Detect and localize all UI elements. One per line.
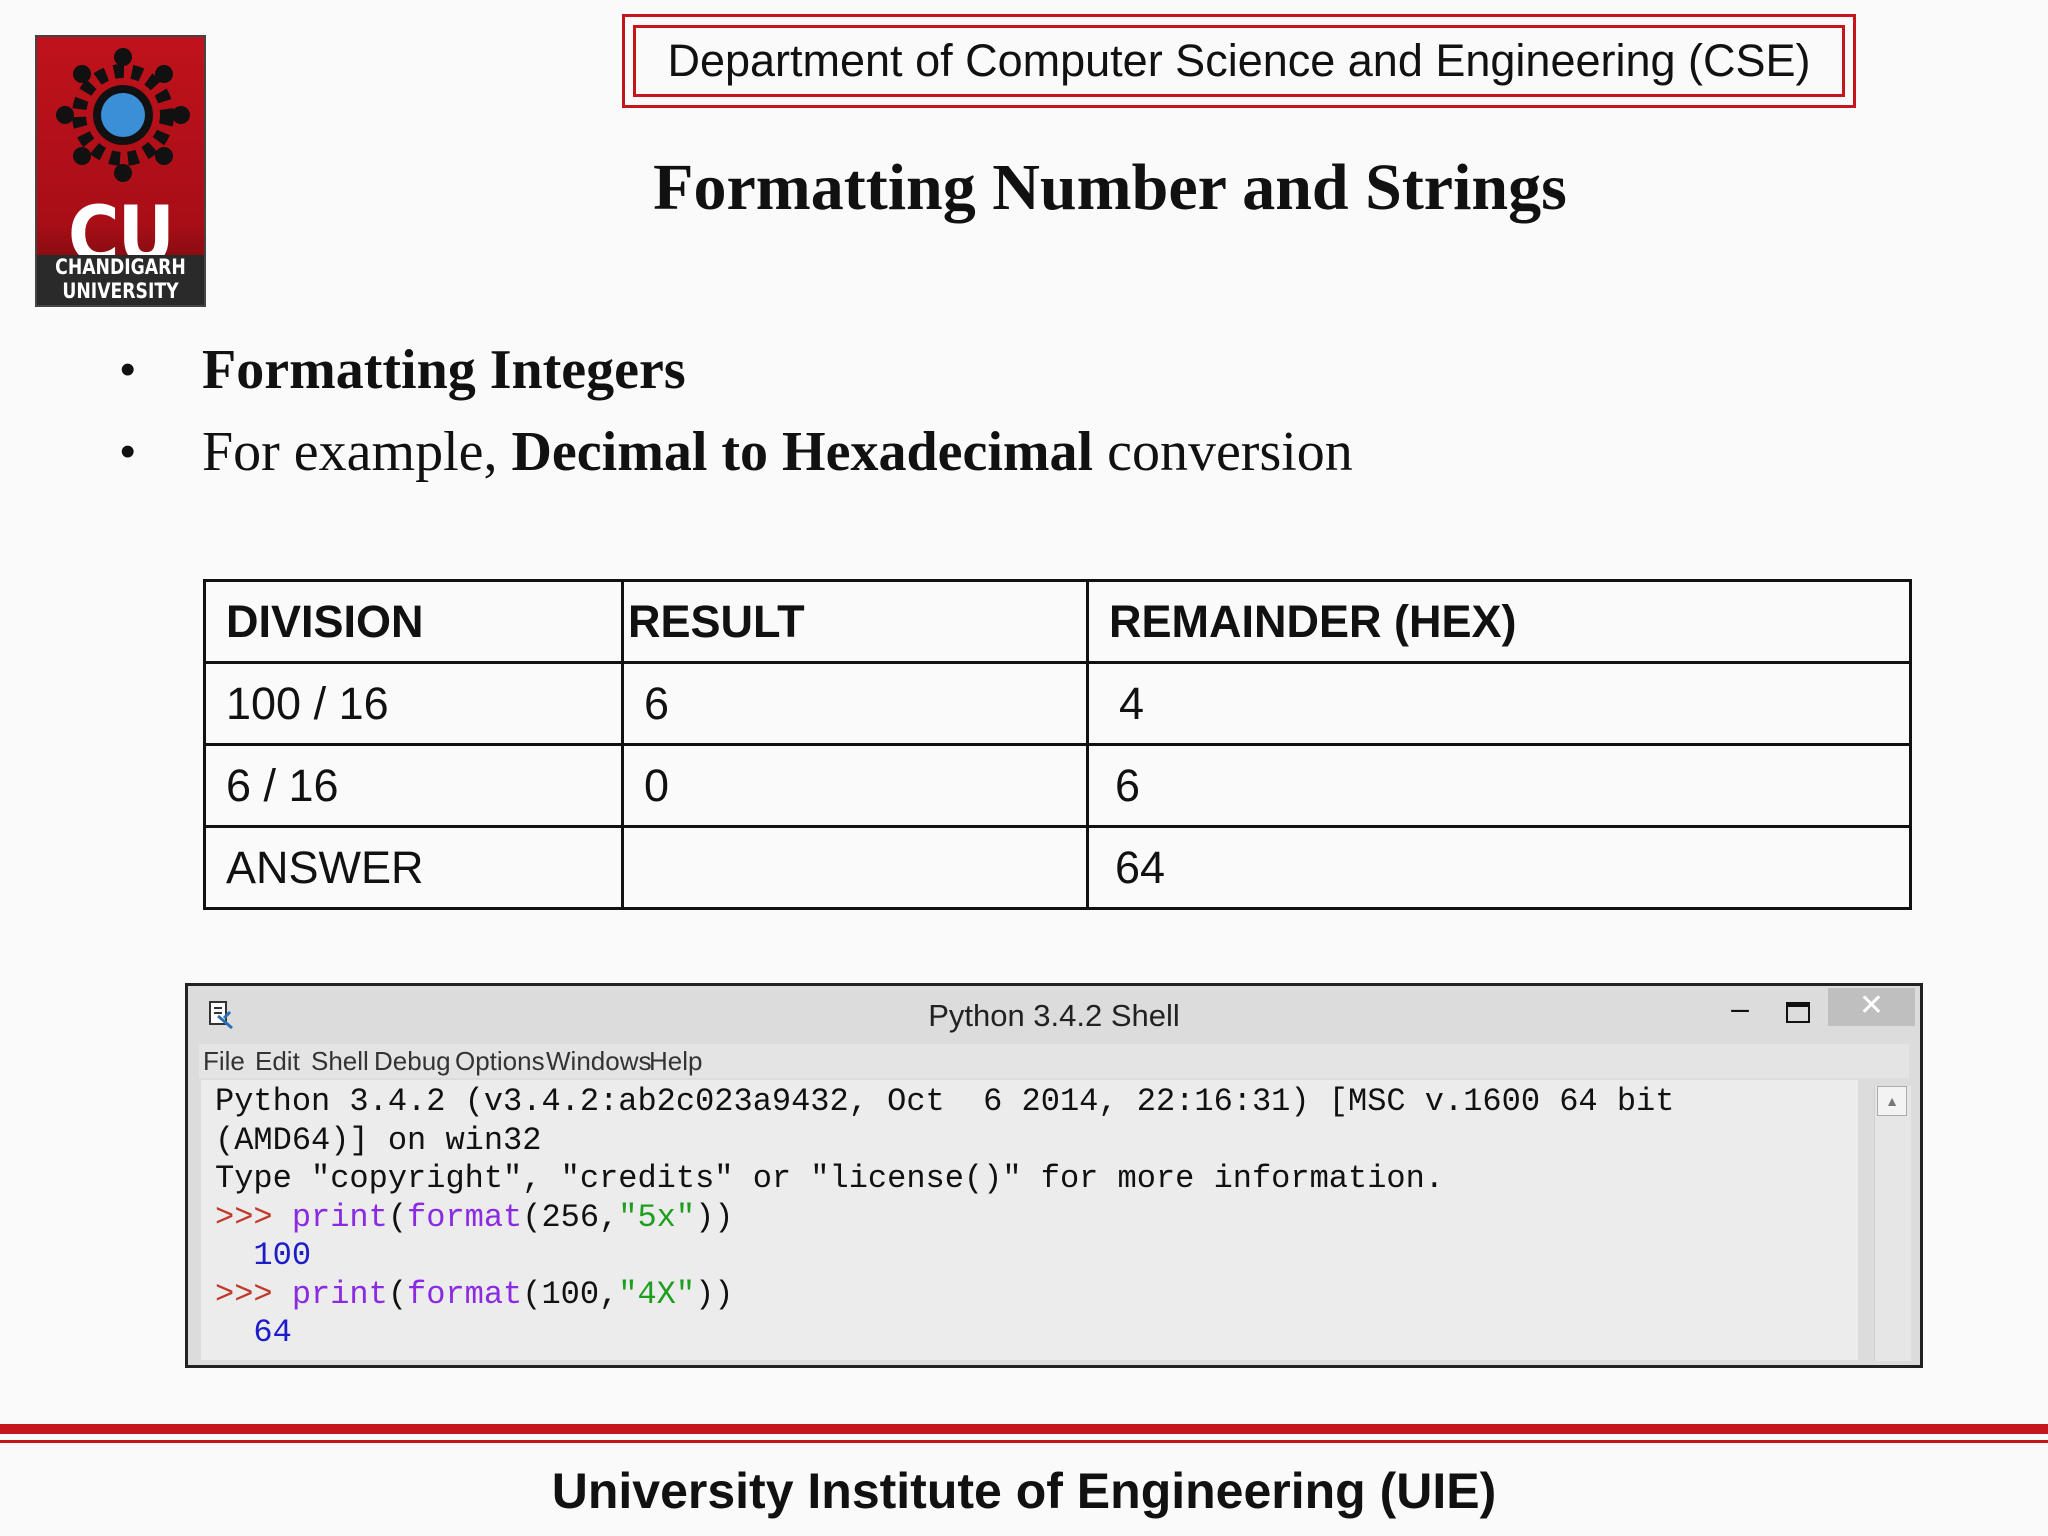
bullet-item: • For example, Decimal to Hexadecimal co… xyxy=(120,417,1353,499)
logo-name-line2: UNIVERSITY xyxy=(62,279,179,303)
menu-help[interactable]: Help xyxy=(649,1046,702,1077)
table-cell: 100 / 16 xyxy=(203,661,624,746)
console-output: 64 xyxy=(215,1314,292,1351)
table-cell: 4 xyxy=(1086,661,1912,746)
table-cell: ANSWER xyxy=(203,825,624,910)
console-command: >>> print(format(100,"4X")) xyxy=(215,1276,1858,1315)
bullet-prefix: For example, xyxy=(202,421,512,483)
string-literal: "5x" xyxy=(618,1198,696,1236)
department-name: Department of Computer Science and Engin… xyxy=(633,25,1845,97)
console-command: >>> print(format(256,"5x")) xyxy=(215,1199,1858,1238)
string-literal: "4X" xyxy=(618,1275,696,1313)
slide-title: Formatting Number and Strings xyxy=(653,151,1567,224)
table-row: 100 / 16 6 4 xyxy=(203,661,1912,746)
code-text: (256, xyxy=(522,1198,619,1236)
bullet-text: Formatting Integers xyxy=(202,339,686,401)
menu-file[interactable]: File xyxy=(203,1046,245,1077)
menu-shell[interactable]: Shell xyxy=(311,1046,369,1077)
column-header: RESULT xyxy=(621,579,1089,664)
emblem-icon xyxy=(56,48,190,182)
logo-name-line1: CHANDIGARH xyxy=(55,255,186,279)
menu-windows[interactable]: Windows xyxy=(546,1046,651,1077)
table-cell: 64 xyxy=(1086,825,1912,910)
code-text: ( xyxy=(387,1275,408,1313)
code-text: ( xyxy=(387,1198,408,1236)
footer-rule-thin xyxy=(0,1440,2048,1443)
console-output: 100 xyxy=(215,1237,312,1274)
scroll-up-arrow-icon[interactable]: ▲ xyxy=(1877,1086,1907,1116)
column-header: REMAINDER (HEX) xyxy=(1086,579,1912,664)
minimize-icon[interactable]: – xyxy=(1720,990,1760,1034)
window-titlebar[interactable]: Python 3.4.2 Shell – ✕ xyxy=(188,986,1920,1044)
code-text: )) xyxy=(695,1198,734,1236)
prompt: >>> xyxy=(215,1275,292,1313)
console-line: Type "copyright", "credits" or "license(… xyxy=(215,1160,1444,1197)
close-icon[interactable]: ✕ xyxy=(1828,988,1915,1026)
table-header-row: DIVISION RESULT REMAINDER (HEX) xyxy=(203,579,1912,664)
vertical-scrollbar[interactable]: ▲ xyxy=(1874,1086,1911,1361)
bullet-dot-icon: • xyxy=(120,427,136,476)
shell-console[interactable]: Python 3.4.2 (v3.4.2:ab2c023a9432, Oct 6… xyxy=(201,1080,1858,1360)
table-row: ANSWER 64 xyxy=(203,825,1912,910)
university-logo: CU CHANDIGARH UNIVERSITY xyxy=(35,35,206,307)
hex-conversion-table: DIVISION RESULT REMAINDER (HEX) 100 / 16… xyxy=(203,579,1912,910)
bullet-bold: Decimal to Hexadecimal xyxy=(511,421,1094,483)
menu-bar: File Edit Shell Debug Options Windows He… xyxy=(199,1044,1909,1078)
menu-debug[interactable]: Debug xyxy=(374,1046,451,1077)
builtin-print: print xyxy=(291,1198,388,1236)
builtin-format: format xyxy=(407,1198,523,1236)
window-title: Python 3.4.2 Shell xyxy=(928,998,1180,1033)
footer-institute: University Institute of Engineering (UIE… xyxy=(551,1463,1497,1519)
bullet-item: • Formatting Integers xyxy=(120,335,1353,417)
table-cell: 6 xyxy=(621,661,1089,746)
console-line: (AMD64)] on win32 xyxy=(215,1121,542,1159)
table-cell: 6 / 16 xyxy=(203,743,624,828)
maximize-icon[interactable] xyxy=(1778,990,1818,1034)
console-line: Python 3.4.2 (v3.4.2:ab2c023a9432, Oct 6… xyxy=(215,1083,1675,1120)
footer-rule-thick xyxy=(0,1424,2048,1434)
menu-edit[interactable]: Edit xyxy=(255,1046,300,1077)
python-shell-window: Python 3.4.2 Shell – ✕ File Edit Shell D… xyxy=(185,983,1923,1368)
column-header: DIVISION xyxy=(203,579,624,664)
builtin-format: format xyxy=(407,1275,523,1313)
code-text: (100, xyxy=(522,1275,619,1313)
table-cell: 0 xyxy=(621,743,1089,828)
table-cell xyxy=(621,825,1089,910)
table-row: 6 / 16 0 6 xyxy=(203,743,1912,828)
builtin-print: print xyxy=(291,1275,388,1313)
bullet-dot-icon: • xyxy=(120,345,136,394)
department-box: Department of Computer Science and Engin… xyxy=(622,14,1856,108)
code-text: )) xyxy=(695,1275,734,1313)
table-cell: 6 xyxy=(1086,743,1912,828)
bullet-list: • Formatting Integers • For example, Dec… xyxy=(120,335,1353,499)
bullet-suffix: conversion xyxy=(1093,421,1353,483)
menu-options[interactable]: Options xyxy=(455,1046,545,1077)
prompt: >>> xyxy=(215,1198,292,1236)
